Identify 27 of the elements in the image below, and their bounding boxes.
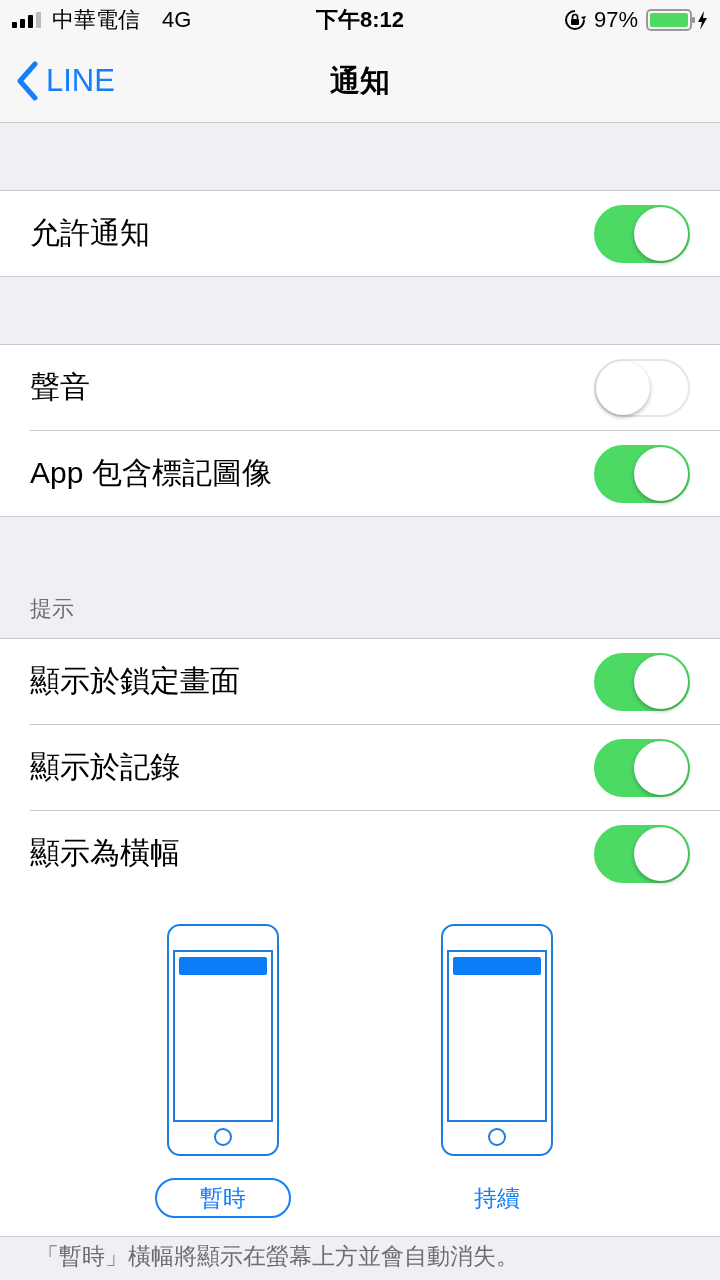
toggle-switch[interactable] [594,444,690,503]
setting-label: 顯示於鎖定畫面 [30,663,241,699]
setting-label: 允許通知 [30,215,151,251]
banner-style-option[interactable]: 暫時 [155,1178,291,1218]
setting-label: 顯示為橫幅 [30,835,181,871]
signal-icon [12,12,44,28]
battery-charging-icon [646,9,708,31]
toggle-switch[interactable] [594,738,690,797]
chevron-left-icon [16,61,38,101]
phone-drawing[interactable] [167,924,279,1156]
toggle-switch[interactable] [594,204,690,263]
page-title: 通知 [330,62,390,99]
rotation-lock-icon [563,9,586,31]
setting-label: 顯示於記錄 [30,749,181,785]
status-time: 下午8:12 [316,6,405,34]
phone-drawing[interactable] [441,924,553,1156]
setting-label: App 包含標記圖像 [30,455,273,491]
carrier-name: 中華電信 [52,6,140,34]
toggle-switch[interactable] [594,652,690,711]
section-header: 提示 [30,595,74,623]
setting-label: 聲音 [30,369,91,405]
battery-percent: 97% [593,7,638,33]
toggle-switch[interactable] [594,824,690,883]
banner-style-option[interactable]: 持續 [429,1178,565,1218]
network-type: 4G [162,7,192,33]
footer-note: 「暫時」橫幅將顯示在螢幕上方並會自動消失。 [36,1243,519,1269]
back-button[interactable]: LINE [0,61,115,101]
